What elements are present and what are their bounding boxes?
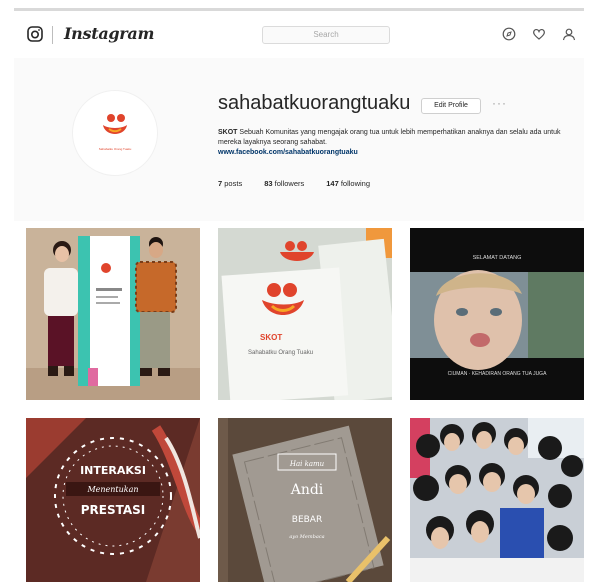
top-navbar: Instagram Search [14,14,584,59]
edit-profile-button[interactable]: Edit Profile [421,98,481,114]
tile3-top-text: SELAMAT DATANG [473,255,522,261]
card-caption: Sahabatku Orang Tuaku [248,350,313,356]
tile5-line2: Andi [290,482,324,498]
post-tile-2[interactable]: SKOT Sahabatku Orang Tuaku [218,228,392,400]
window-top-border [14,8,584,11]
avatar-caption: Sahabatku Orang Tuaku [98,147,132,151]
instagram-wordmark[interactable]: Instagram [64,24,154,43]
camera-icon[interactable] [27,26,43,42]
options-icon[interactable]: ··· [492,96,507,110]
profile-stats: 7 posts 83 followers 147 following [218,179,370,188]
posts-stat: 7 posts [218,179,243,188]
tile5-line1: Hai kamu [289,460,325,468]
skot-logo-icon [103,114,127,134]
avatar[interactable]: Sahabatku Orang Tuaku [72,90,158,176]
tile4-line3: PRESTASI [81,503,146,517]
compass-icon[interactable] [502,27,516,41]
profile-bio: SKOT Sebuah Komunitas yang mengajak oran… [218,128,574,158]
following-stat[interactable]: 147 following [326,179,370,188]
post-tile-3[interactable]: SELAMAT DATANG CIUMAN · KEHADIRAN ORANG … [410,228,584,400]
search-input[interactable]: Search [262,26,390,44]
tile5-line4: ayo Membaca [289,534,324,540]
post-tile-6[interactable] [410,418,584,582]
bio-text: Sebuah Komunitas yang mengajak orang tua… [218,129,561,146]
nav-icons [502,27,576,41]
heart-icon[interactable] [532,27,546,41]
post-tile-1[interactable] [26,228,200,400]
tile4-line2: Menentukan [86,485,138,494]
post-tile-5[interactable]: Hai kamu Andi BEBAR ayo Membaca [218,418,392,582]
tile5-line3: BEBAR [292,515,322,525]
tile3-bottom-text: CIUMAN · KEHADIRAN ORANG TUA JUGA [448,371,547,377]
profile-username: sahabatkuorangtuaku [218,92,411,114]
bio-name: SKOT [218,129,238,136]
user-icon[interactable] [562,27,576,41]
tile4-line1: INTERAKSI [80,464,146,477]
nav-divider [52,26,53,44]
svg-text:SKOT: SKOT [260,333,282,342]
bio-link[interactable]: www.facebook.com/sahabatkuorangtuaku [218,149,358,156]
post-tile-4[interactable]: INTERAKSI Menentukan PRESTASI [26,418,200,582]
followers-stat[interactable]: 83 followers [264,179,304,188]
profile-header: Sahabatku Orang Tuaku sahabatkuorangtuak… [14,58,584,221]
